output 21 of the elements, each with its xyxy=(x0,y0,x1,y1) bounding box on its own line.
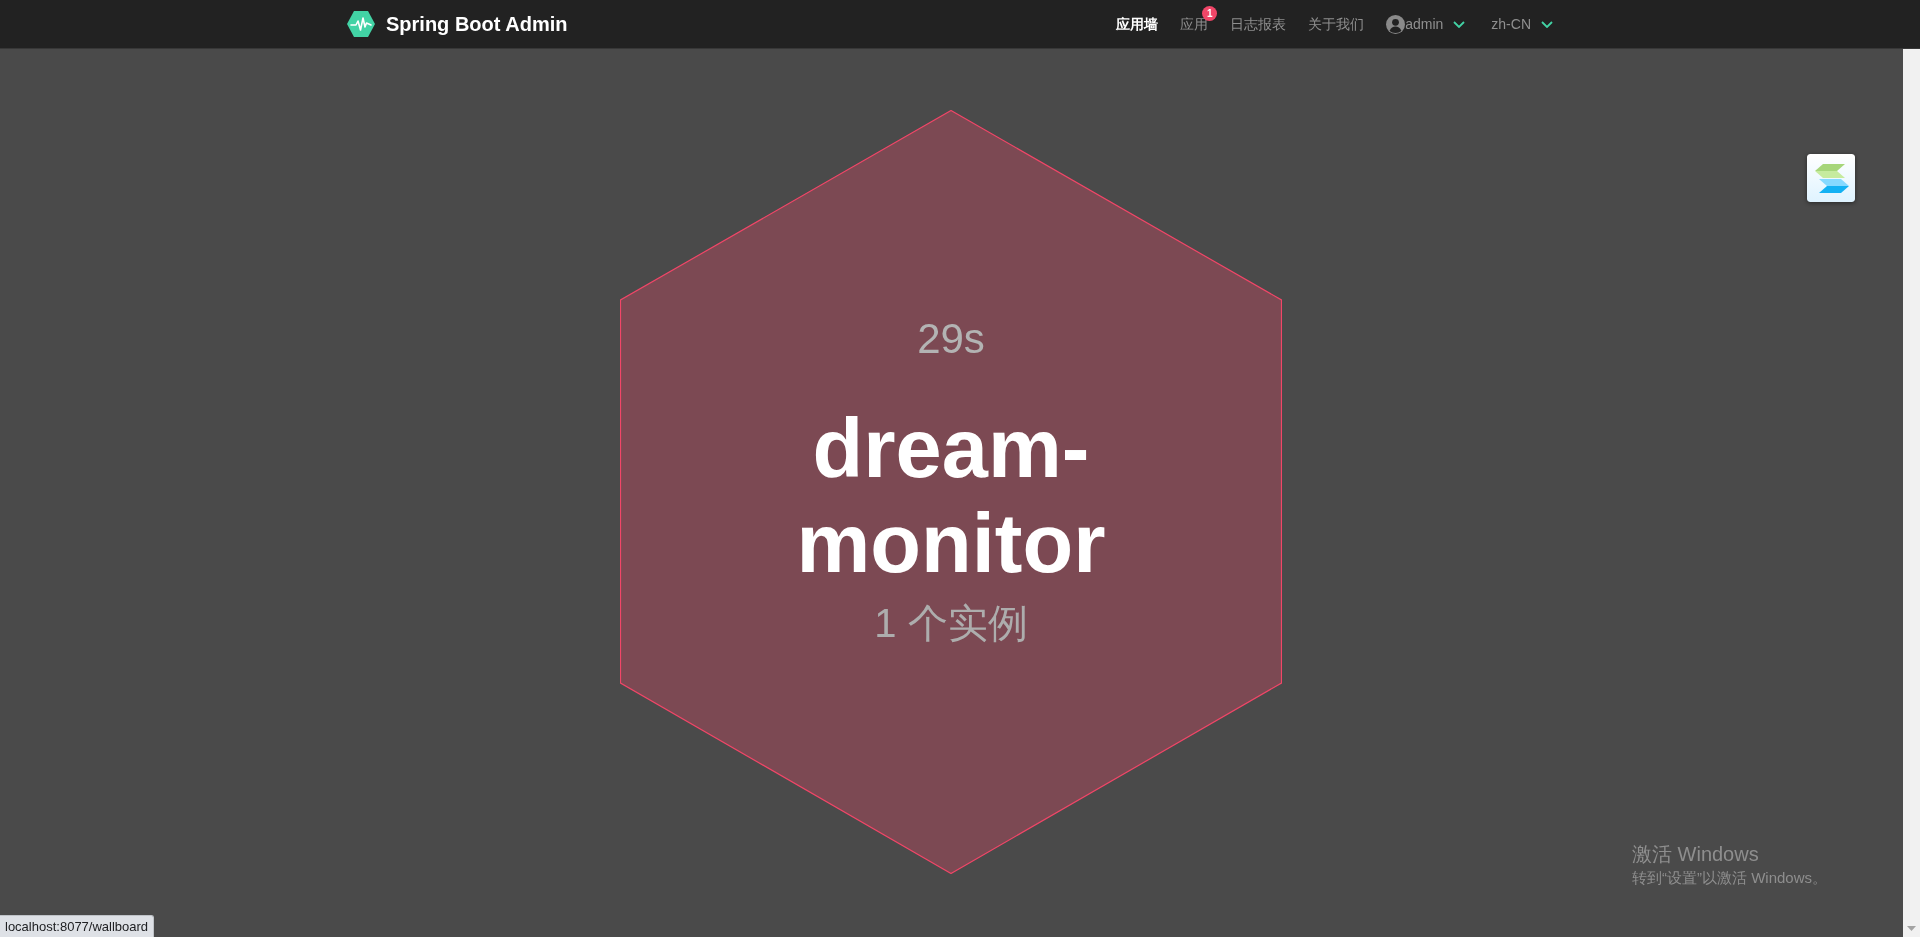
brand-link[interactable]: Spring Boot Admin xyxy=(347,11,568,37)
nav-tab[interactable]: 日志报表 xyxy=(1219,6,1298,42)
instance-count: 1 个实例 xyxy=(874,600,1028,646)
pulse-hexagon-logo-icon xyxy=(347,11,375,37)
scrollbar[interactable] xyxy=(1903,49,1920,937)
application-name: dream-monitor xyxy=(795,401,1107,591)
language-menu[interactable]: zh-CN xyxy=(1476,14,1555,34)
chevron-down-icon xyxy=(1453,20,1466,28)
elapsed-time: 29s xyxy=(917,314,985,364)
link-preview-url: localhost:8077/wallboard xyxy=(0,915,155,937)
scroll-down-arrow-icon[interactable] xyxy=(1907,926,1916,931)
chevron-stack-icon[interactable] xyxy=(1807,154,1855,202)
activation-title: 激活 Windows xyxy=(1632,842,1760,866)
user-menu[interactable]: admin xyxy=(1375,14,1477,34)
nav-tab[interactable]: 应用墙 xyxy=(1105,6,1170,42)
nav-tab[interactable]: 关于我们 xyxy=(1297,6,1376,42)
nav-tab[interactable]: 应用 1 xyxy=(1169,6,1220,42)
user-avatar-icon xyxy=(1386,14,1406,34)
activation-message: 转到“设置”以激活 Windows。 xyxy=(1632,869,1827,887)
chevron-down-icon xyxy=(1541,20,1553,28)
hexagon-tile[interactable] xyxy=(620,110,1282,874)
